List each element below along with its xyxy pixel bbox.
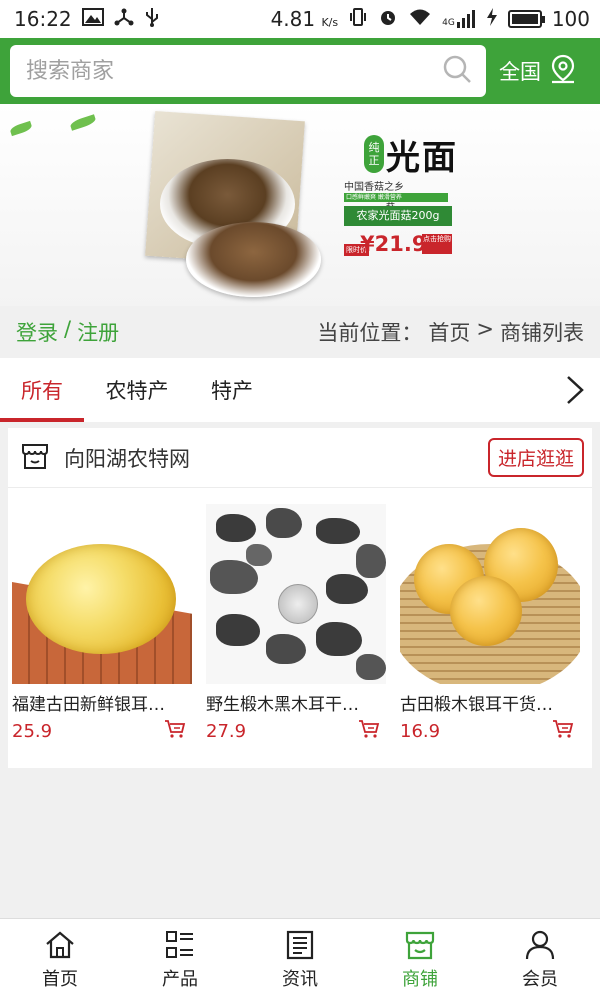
nav-member[interactable]: 会员 [480, 919, 600, 1000]
alarm-icon [378, 7, 398, 31]
banner-product-name: 农家光面菇200g [344, 206, 452, 226]
product-card[interactable]: 野生椴木黑木耳干… 27.9 [206, 504, 386, 743]
search-icon[interactable] [442, 54, 472, 88]
product-price: 25.9 [12, 720, 53, 742]
location-pin-icon [549, 54, 577, 89]
tab-all[interactable]: 所有 [0, 358, 84, 422]
cart-icon[interactable] [552, 719, 574, 743]
mushroom-plate-image [186, 222, 321, 297]
cart-icon[interactable] [358, 719, 380, 743]
product-image[interactable] [206, 504, 386, 684]
battery-icon [507, 10, 545, 28]
banner-price: ¥21.9 [360, 232, 427, 256]
banner-badge: 纯正 [364, 135, 384, 173]
login-link[interactable]: 登录 [16, 317, 58, 347]
home-icon [46, 931, 74, 958]
nav-home-label: 首页 [42, 968, 78, 990]
nav-home[interactable]: 首页 [0, 919, 120, 1000]
news-icon [286, 930, 314, 959]
leaf-decoration [69, 114, 97, 131]
auth-separator: / [64, 317, 72, 341]
charging-icon [486, 7, 498, 31]
auth-links: 登录 / 注册 [16, 317, 119, 347]
battery-level: 100 [551, 7, 590, 31]
store-icon [405, 931, 435, 959]
store-icon [20, 441, 50, 475]
product-price: 16.9 [400, 720, 441, 742]
search-input[interactable] [26, 58, 406, 84]
breadcrumb-current: 商铺列表 [500, 321, 584, 345]
product-card[interactable]: 福建古田新鲜银耳… 25.9 [12, 504, 192, 743]
product-name[interactable]: 福建古田新鲜银耳… [12, 690, 192, 715]
nav-news-label: 资讯 [282, 968, 318, 990]
search-bar[interactable] [10, 45, 486, 97]
promo-banner[interactable]: 纯正 光面菇 中国香菇之乡 口感鲜嫩爽 嫩滑营养 农家光面菇200g 限时价 ¥… [0, 104, 600, 306]
banner-promo-text: 纯正 光面菇 中国香菇之乡 口感鲜嫩爽 嫩滑营养 农家光面菇200g 限时价 ¥… [340, 130, 460, 260]
nav-stores[interactable]: 商铺 [360, 919, 480, 1000]
product-name[interactable]: 古田椴木银耳干货… [400, 690, 580, 715]
network-speed: 4.81 K/s [270, 7, 339, 31]
breadcrumb-home[interactable]: 首页 [428, 317, 470, 347]
product-name[interactable]: 野生椴木黑木耳干… [206, 690, 386, 715]
location-bar: 登录 / 注册 当前位置： 首页 > 商铺列表 [0, 306, 600, 358]
banner-buy-button[interactable]: 点击抢购 [422, 234, 452, 254]
nav-stores-label: 商铺 [402, 968, 438, 990]
category-tabs: 所有 农特产 特产 [0, 358, 600, 422]
nav-products-label: 产品 [162, 968, 198, 990]
vibrate-icon [348, 7, 368, 31]
shop-card: 向阳湖农特网 进店逛逛 福建古田新鲜银耳… 25.9 野生椴木黑木耳干… 27.… [8, 428, 592, 768]
nav-products[interactable]: 产品 [120, 919, 240, 1000]
grid-list-icon [166, 930, 193, 958]
breadcrumb: 当前位置： 首页 > 商铺列表 [317, 317, 584, 347]
banner-origin: 中国香菇之乡 [344, 182, 404, 193]
image-icon [81, 8, 104, 30]
product-image[interactable] [12, 504, 192, 684]
visit-shop-button[interactable]: 进店逛逛 [487, 438, 584, 477]
nav-member-label: 会员 [522, 968, 558, 990]
status-bar: 16:22 4.81 K/s 4G 100 [0, 0, 600, 38]
product-card[interactable]: 古田椴木银耳干货… 16.9 [400, 504, 580, 743]
shop-name[interactable]: 向阳湖农特网 [64, 443, 488, 473]
region-label: 全国 [499, 60, 541, 84]
region-selector[interactable]: 全国 [486, 54, 590, 89]
leaf-decoration [9, 120, 33, 137]
banner-tagline: 口感鲜嫩爽 嫩滑营养 [344, 193, 448, 202]
share-icon [114, 8, 134, 30]
header: 全国 [0, 38, 600, 104]
register-link[interactable]: 注册 [77, 317, 119, 347]
usb-icon [144, 7, 160, 31]
product-image[interactable] [400, 504, 580, 684]
user-icon [525, 930, 555, 959]
tab-agri-specialties[interactable]: 农特产 [84, 358, 190, 422]
product-price: 27.9 [206, 720, 247, 742]
product-list: 福建古田新鲜银耳… 25.9 野生椴木黑木耳干… 27.9 古田椴木银耳干货… … [8, 488, 592, 743]
tab-specialties[interactable]: 特产 [190, 358, 274, 422]
breadcrumb-prefix: 当前位置： [317, 321, 423, 345]
wifi-icon [408, 8, 432, 30]
chevron-right-icon[interactable] [564, 374, 586, 406]
status-time: 16:22 [14, 7, 72, 31]
signal-icon: 4G [442, 10, 476, 28]
cart-icon[interactable] [164, 719, 186, 743]
bottom-nav: 首页 产品 资讯 商铺 会员 [0, 918, 600, 1000]
shop-header: 向阳湖农特网 进店逛逛 [8, 428, 592, 488]
breadcrumb-arrow: > [476, 317, 494, 341]
nav-news[interactable]: 资讯 [240, 919, 360, 1000]
